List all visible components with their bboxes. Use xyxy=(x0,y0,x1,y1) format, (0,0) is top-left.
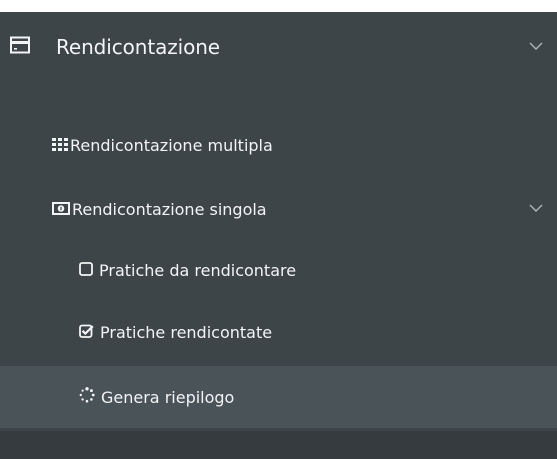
menu-item-rendicontazione-multipla[interactable]: Rendicontazione multipla xyxy=(0,113,557,177)
submenu-item-genera-riepilogo[interactable]: Genera riepilogo xyxy=(0,366,557,428)
credit-card-icon xyxy=(10,36,30,58)
money-bill-icon xyxy=(52,200,70,219)
menu-next-section xyxy=(0,431,557,459)
menu-item-rendicontazione-singola[interactable]: Rendicontazione singola xyxy=(0,177,557,241)
menu-item-label: Rendicontazione multipla xyxy=(70,135,273,155)
submenu-item-pratiche-da-rendicontare[interactable]: Pratiche da rendicontare xyxy=(0,239,557,301)
submenu-item-label: Genera riepilogo xyxy=(101,387,235,407)
submenu-item-label: Pratiche rendicontate xyxy=(100,322,273,342)
menu-group-rendicontazione[interactable]: Rendicontazione xyxy=(0,12,557,82)
chevron-down-icon[interactable] xyxy=(529,204,543,212)
chevron-down-icon[interactable] xyxy=(529,42,543,50)
menu-group-label: Rendicontazione xyxy=(56,35,221,59)
grid-icon xyxy=(52,136,68,155)
sidebar-menu: Rendicontazione Rendicontazione multipla xyxy=(0,12,557,459)
submenu-item-pratiche-rendicontate[interactable]: Pratiche rendicontate xyxy=(0,301,557,363)
menu-item-label: Rendicontazione singola xyxy=(72,199,267,219)
empty-checkbox-icon xyxy=(79,261,93,280)
submenu-item-label: Pratiche da rendicontare xyxy=(99,260,297,280)
spinner-icon xyxy=(79,387,95,407)
checked-checkbox-icon xyxy=(79,323,94,342)
